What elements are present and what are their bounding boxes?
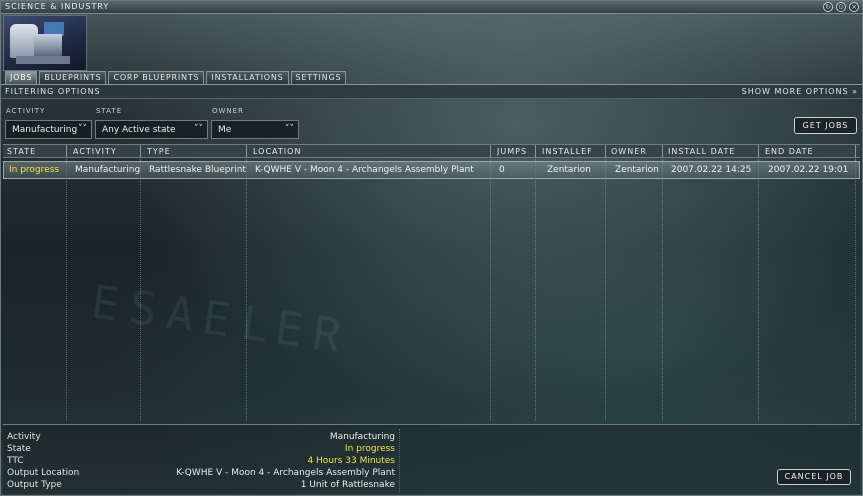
- double-chevron-down-icon: »: [852, 87, 858, 96]
- activity-label: ACTIVITY: [6, 107, 46, 115]
- filtering-options-title: FILTERING OPTIONS: [5, 87, 101, 96]
- owner-dropdown[interactable]: Me ˅˅: [211, 120, 299, 139]
- row-location: K-QWHE V - Moon 4 - Archangels Assembly …: [255, 165, 474, 175]
- chevron-down-icon: ˅˅: [194, 124, 203, 134]
- row-installer: Zentarion: [547, 165, 591, 175]
- column-divider: [490, 159, 491, 421]
- column-header-jumps[interactable]: JUMPS: [497, 147, 533, 156]
- column-header-end-date[interactable]: END DATE: [765, 147, 853, 156]
- jobs-table-header: STATE ACTIVITY TYPE LOCATION JUMPS INSTA…: [3, 144, 860, 158]
- row-activity: Manufacturing: [75, 165, 141, 175]
- column-header-state[interactable]: STATE: [7, 147, 65, 156]
- row-jumps: 0: [499, 165, 505, 175]
- background-decoration: ЯƎ⅃ƎAƧ∃: [78, 273, 346, 363]
- activity-dropdown[interactable]: Manufacturing ˅˅: [5, 120, 92, 139]
- row-owner: Zentarion: [615, 165, 659, 175]
- state-dropdown[interactable]: Any Active state ˅˅: [95, 120, 208, 139]
- row-type: Rattlesnake Blueprint: [149, 165, 246, 175]
- column-header-type[interactable]: TYPE: [147, 147, 245, 156]
- detail-label-activity: Activity: [7, 432, 41, 442]
- cancel-job-button[interactable]: CANCEL JOB: [777, 469, 851, 485]
- detail-label-ttc: TTC: [7, 456, 24, 466]
- minimize-icon[interactable]: ⊙: [836, 2, 846, 12]
- tab-corp-blueprints[interactable]: CORP BLUEPRINTS: [108, 71, 205, 84]
- owner-dropdown-value: Me: [218, 125, 232, 135]
- window-title: SCIENCE & INDUSTRY: [5, 2, 110, 11]
- column-header-owner[interactable]: OWNER: [611, 147, 661, 156]
- owner-label: OWNER: [212, 107, 244, 115]
- science-industry-window: ЯƎ⅃ƎAƧ∃ SCIENCE & INDUSTRY ↻ ⊙ × JOBS BL…: [0, 0, 863, 496]
- tab-blueprints[interactable]: BLUEPRINTS: [39, 71, 107, 84]
- column-header-location[interactable]: LOCATION: [253, 147, 489, 156]
- detail-value-output-location: K-QWHE V - Moon 4 - Archangels Assembly …: [176, 468, 395, 478]
- show-more-options-toggle[interactable]: SHOW MORE OPTIONS »: [742, 87, 858, 96]
- column-resize-handle[interactable]: [140, 145, 141, 158]
- chevron-down-icon: ˅˅: [78, 124, 87, 134]
- column-divider: [66, 159, 67, 421]
- column-divider: [246, 159, 247, 421]
- detail-label-output-type: Output Type: [7, 480, 62, 490]
- column-divider: [140, 159, 141, 421]
- job-details-panel: Activity State TTC Output Location Outpu…: [3, 424, 860, 494]
- detail-value-state: In progress: [344, 444, 395, 454]
- column-resize-handle[interactable]: [66, 145, 67, 158]
- row-state: In progress: [9, 165, 60, 175]
- chevron-down-icon: ˅˅: [285, 124, 294, 134]
- tab-installations[interactable]: INSTALLATIONS: [206, 71, 289, 84]
- row-install-date: 2007.02.22 14:25: [671, 165, 752, 175]
- activity-dropdown-value: Manufacturing: [12, 125, 78, 135]
- detail-value-output-type: 1 Unit of Rattlesnake: [300, 480, 395, 490]
- show-more-options-label: SHOW MORE OPTIONS: [741, 87, 849, 96]
- column-divider: [662, 159, 663, 421]
- column-resize-handle[interactable]: [662, 145, 663, 158]
- get-jobs-button[interactable]: GET JOBS: [794, 117, 857, 134]
- column-divider: [605, 159, 606, 421]
- detail-label-state: State: [7, 444, 31, 454]
- filter-bar: FILTERING OPTIONS SHOW MORE OPTIONS »: [1, 85, 862, 99]
- title-bar[interactable]: SCIENCE & INDUSTRY ↻ ⊙ ×: [1, 1, 862, 14]
- state-label: STATE: [96, 107, 123, 115]
- details-divider: [399, 429, 400, 493]
- tab-settings[interactable]: SETTINGS: [290, 71, 347, 84]
- column-divider: [855, 159, 856, 421]
- detail-value-ttc: 4 Hours 33 Minutes: [307, 456, 395, 466]
- table-row[interactable]: In progress Manufacturing Rattlesnake Bl…: [3, 161, 860, 179]
- tab-jobs[interactable]: JOBS: [5, 71, 38, 84]
- column-divider: [758, 159, 759, 421]
- column-resize-handle[interactable]: [490, 145, 491, 158]
- column-header-installer[interactable]: INSTALLEF: [542, 147, 600, 156]
- state-dropdown-value: Any Active state: [102, 125, 176, 135]
- column-resize-handle[interactable]: [855, 145, 856, 158]
- column-header-install-date[interactable]: INSTALL DATE: [668, 147, 756, 156]
- column-resize-handle[interactable]: [246, 145, 247, 158]
- refresh-icon[interactable]: ↻: [823, 2, 833, 12]
- detail-label-output-location: Output Location: [7, 468, 80, 478]
- detail-value-activity: Manufacturing: [329, 432, 395, 442]
- industry-factory-icon: [3, 15, 87, 71]
- tab-bar: JOBS BLUEPRINTS CORP BLUEPRINTS INSTALLA…: [5, 71, 347, 84]
- column-resize-handle[interactable]: [605, 145, 606, 158]
- column-divider: [535, 159, 536, 421]
- column-resize-handle[interactable]: [758, 145, 759, 158]
- row-end-date: 2007.02.22 19:01: [768, 165, 849, 175]
- column-header-activity[interactable]: ACTIVITY: [73, 147, 139, 156]
- column-resize-handle[interactable]: [535, 145, 536, 158]
- close-icon[interactable]: ×: [849, 2, 859, 12]
- window-controls: ↻ ⊙ ×: [823, 2, 859, 12]
